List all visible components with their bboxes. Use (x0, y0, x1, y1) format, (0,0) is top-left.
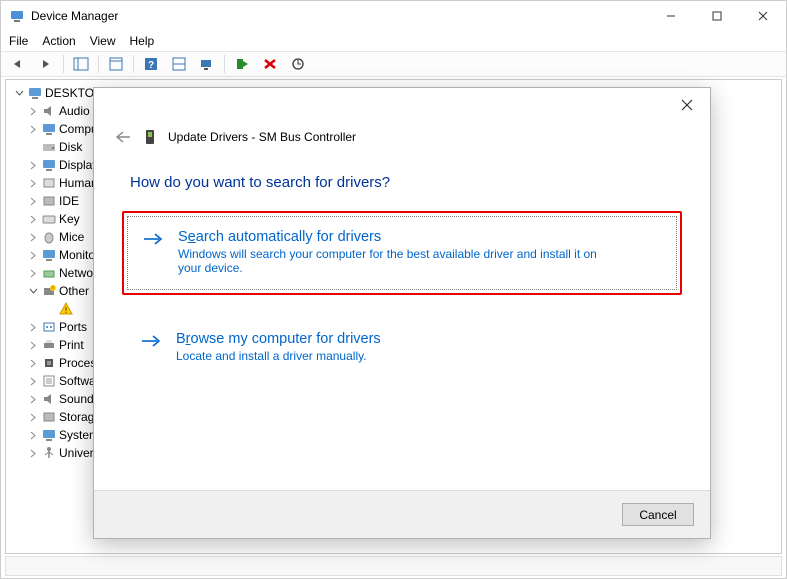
chevron-icon[interactable] (28, 124, 39, 135)
chevron-icon[interactable] (28, 178, 39, 189)
chevron-icon[interactable] (28, 232, 39, 243)
dialog-close-button[interactable] (670, 92, 704, 118)
device-category-icon (41, 211, 57, 227)
device-category-icon (41, 409, 57, 425)
toolbar: ? (1, 51, 786, 77)
chevron-icon[interactable] (28, 358, 39, 369)
update-drivers-dialog: Update Drivers - SM Bus Controller How d… (93, 87, 711, 539)
chevron-icon[interactable] (28, 412, 39, 423)
update-button[interactable] (287, 54, 309, 74)
chevron-icon[interactable] (28, 322, 39, 333)
svg-text:?: ? (148, 60, 154, 71)
tree-category-label: Disk (59, 140, 82, 154)
dialog-title: Update Drivers - SM Bus Controller (168, 130, 356, 144)
chevron-icon[interactable] (28, 430, 39, 441)
window-title: Device Manager (31, 9, 648, 23)
uninstall-button[interactable] (259, 54, 281, 74)
show-hide-tree-button[interactable] (70, 54, 92, 74)
option-browse-computer[interactable]: Browse my computer for drivers Locate an… (122, 315, 682, 381)
properties-button[interactable] (105, 54, 127, 74)
status-bar (5, 556, 782, 576)
option2-desc: Locate and install a driver manually. (176, 349, 381, 363)
cancel-button[interactable]: Cancel (622, 503, 694, 526)
menubar: File Action View Help (1, 31, 786, 51)
chevron-icon[interactable] (28, 268, 39, 279)
chevron-icon[interactable] (28, 376, 39, 387)
chevron-icon[interactable] (28, 106, 39, 117)
enable-button[interactable] (231, 54, 253, 74)
svg-text:!: ! (65, 306, 67, 315)
tree-category-label: Audio (59, 104, 90, 118)
tree-category-label: Ports (59, 320, 87, 334)
device-category-icon (41, 247, 57, 263)
tree-category-label: Print (59, 338, 84, 352)
tree-category-label: Human (59, 176, 98, 190)
device-category-icon (41, 229, 57, 245)
forward-button[interactable] (35, 54, 57, 74)
device-category-icon (41, 391, 57, 407)
arrow-right-icon (140, 333, 162, 351)
scan-hardware-button[interactable] (196, 54, 218, 74)
menu-file[interactable]: File (9, 34, 28, 48)
maximize-button[interactable] (694, 1, 740, 31)
menu-action[interactable]: Action (42, 34, 75, 48)
option1-desc: Windows will search your computer for th… (178, 247, 618, 275)
chevron-down-icon[interactable] (14, 88, 25, 99)
tree-category-label: Key (59, 212, 80, 226)
chevron-icon[interactable] (28, 250, 39, 261)
warning-icon: ! (58, 301, 74, 317)
option2-title: Browse my computer for drivers (176, 331, 381, 347)
app-icon (9, 8, 25, 24)
minimize-button[interactable] (648, 1, 694, 31)
chevron-icon[interactable] (28, 394, 39, 405)
chevron-icon[interactable] (28, 142, 39, 153)
device-category-icon (41, 319, 57, 335)
back-button[interactable] (7, 54, 29, 74)
menu-help[interactable]: Help (130, 34, 155, 48)
option1-title: Search automatically for drivers (178, 229, 618, 245)
device-category-icon (41, 427, 57, 443)
tree-category-label: Other (59, 284, 89, 298)
dialog-heading: How do you want to search for drivers? (94, 146, 710, 191)
chevron-icon[interactable] (28, 286, 39, 297)
device-category-icon (41, 265, 57, 281)
chevron-icon[interactable] (28, 448, 39, 459)
device-manager-window: Device Manager File Action View Help ? (0, 0, 787, 579)
dialog-footer: Cancel (94, 490, 710, 538)
close-button[interactable] (740, 1, 786, 31)
device-category-icon (41, 139, 57, 155)
device-category-icon (41, 445, 57, 461)
scan-button[interactable] (168, 54, 190, 74)
device-category-icon (41, 355, 57, 371)
device-category-icon (41, 175, 57, 191)
chevron-icon[interactable] (28, 160, 39, 171)
chevron-icon[interactable] (28, 214, 39, 225)
dialog-back-button[interactable] (114, 128, 132, 146)
device-category-icon (41, 337, 57, 353)
arrow-right-icon (142, 231, 164, 249)
device-category-icon: ! (41, 283, 57, 299)
svg-text:!: ! (52, 286, 53, 292)
tree-category-label: Sound (59, 392, 94, 406)
chevron-icon[interactable] (28, 196, 39, 207)
device-category-icon (41, 373, 57, 389)
menu-view[interactable]: View (90, 34, 116, 48)
help-button[interactable]: ? (140, 54, 162, 74)
device-category-icon (41, 121, 57, 137)
tree-category-label: Mice (59, 230, 84, 244)
tree-category-label: IDE (59, 194, 79, 208)
computer-icon (27, 85, 43, 101)
device-category-icon (41, 103, 57, 119)
chevron-icon[interactable] (28, 340, 39, 351)
device-category-icon (41, 157, 57, 173)
device-icon (142, 129, 158, 145)
titlebar: Device Manager (1, 1, 786, 31)
device-category-icon (41, 193, 57, 209)
option-search-automatically[interactable]: Search automatically for drivers Windows… (122, 211, 682, 295)
